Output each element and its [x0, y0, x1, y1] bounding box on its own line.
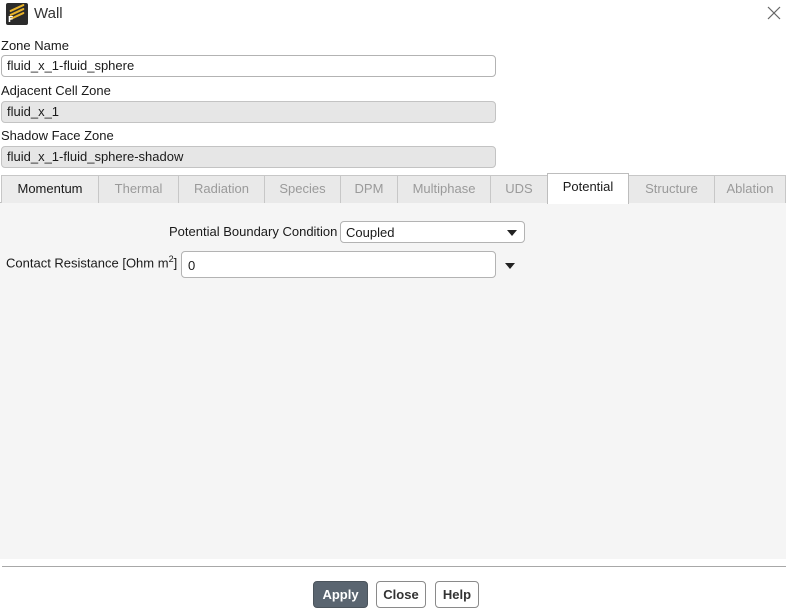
adjacent-cell-zone-label: Adjacent Cell Zone: [1, 83, 111, 98]
dropdown-arrow-icon: [507, 230, 517, 236]
tab-bar: Momentum Thermal Radiation Species DPM M…: [0, 173, 786, 204]
fluent-app-icon: F: [6, 3, 28, 25]
footer-separator: [2, 566, 786, 567]
app-icon-letter: F: [8, 15, 14, 24]
tab-thermal[interactable]: Thermal: [98, 175, 179, 203]
title-bar: F Wall: [0, 0, 786, 30]
close-icon[interactable]: [764, 3, 784, 23]
shadow-face-zone-field: fluid_x_1-fluid_sphere-shadow: [1, 146, 496, 168]
potential-bc-select[interactable]: Coupled: [340, 221, 525, 243]
tab-structure[interactable]: Structure: [628, 175, 715, 203]
close-button[interactable]: Close: [376, 581, 426, 608]
tab-dpm[interactable]: DPM: [340, 175, 398, 203]
adjacent-cell-zone-field: fluid_x_1: [1, 101, 496, 123]
tab-multiphase[interactable]: Multiphase: [397, 175, 491, 203]
tab-momentum[interactable]: Momentum: [1, 175, 99, 203]
tab-radiation[interactable]: Radiation: [178, 175, 265, 203]
shadow-face-zone-label: Shadow Face Zone: [1, 128, 114, 143]
help-button[interactable]: Help: [435, 581, 479, 608]
potential-bc-value: Coupled: [346, 225, 395, 240]
contact-resistance-dropdown-icon[interactable]: [505, 263, 515, 269]
tab-species[interactable]: Species: [264, 175, 341, 203]
zone-name-input[interactable]: fluid_x_1-fluid_sphere: [1, 55, 496, 77]
apply-button[interactable]: Apply: [313, 581, 368, 608]
contact-resistance-label: Contact Resistance [Ohm m2]: [6, 254, 178, 271]
window-title: Wall: [34, 5, 63, 22]
contact-resistance-input[interactable]: 0: [181, 251, 496, 278]
tab-uds[interactable]: UDS: [490, 175, 548, 203]
tab-potential[interactable]: Potential: [547, 173, 629, 204]
zone-name-label: Zone Name: [1, 38, 69, 53]
potential-bc-label: Potential Boundary Condition: [169, 224, 338, 239]
tab-ablation[interactable]: Ablation: [714, 175, 786, 203]
